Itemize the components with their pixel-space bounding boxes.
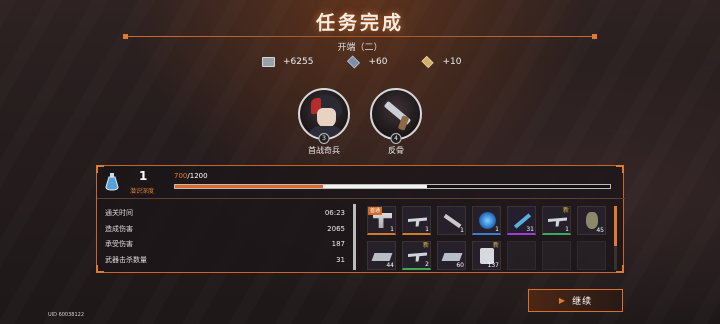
exp-current: 700 (174, 172, 188, 180)
item-slot[interactable]: 44 (367, 241, 396, 270)
continue-button[interactable]: ▶ 继续 (528, 289, 623, 312)
exp-readout: 700/1200 (174, 172, 208, 180)
item-slot[interactable]: 1 (402, 206, 431, 235)
reward-bar: +6255 +60 +10 (262, 55, 495, 69)
item-slot[interactable]: 新 137 (472, 241, 501, 270)
plate-icon (441, 253, 463, 261)
stat-value: 31 (336, 255, 345, 264)
scrollbar-thumb[interactable] (614, 206, 617, 246)
reward-cash: +6255 (262, 57, 313, 67)
weapon-level-badge: 4 (390, 133, 402, 144)
rifle-icon (408, 217, 427, 227)
potion-icon (105, 173, 119, 191)
reward-cube: +60 (347, 55, 388, 69)
item-slot[interactable]: 60 (437, 241, 466, 270)
pistol-icon (373, 213, 392, 228)
item-qty: 1 (390, 226, 394, 233)
empty-slot (507, 241, 536, 270)
weapon-name: 反骨 (388, 146, 404, 155)
stat-row: 通关时间 06:23 (105, 206, 345, 222)
reward-gem-value: +10 (442, 57, 462, 67)
exploration-level: 1 (139, 169, 148, 183)
arrow-right-icon: ▶ (558, 296, 567, 305)
first-clear-tag: 首通 (368, 207, 383, 215)
orb-icon (479, 212, 496, 229)
item-slot[interactable]: 1 (437, 206, 466, 235)
stat-label: 通关时间 (105, 209, 133, 217)
exp-previous-fill (175, 185, 323, 188)
character-card-2[interactable]: 4 反骨 (370, 88, 422, 156)
item-qty: 1 (460, 227, 464, 234)
reward-cube-value: +60 (368, 57, 388, 67)
stat-value: 06:23 (324, 209, 345, 217)
rifle-icon (408, 252, 427, 262)
results-panel: 1 潜识深度 700/1200 通关时间 06:23 造成伤害 2065 承受伤… (96, 165, 625, 273)
new-badge: 新 (562, 207, 569, 214)
reward-items-grid: 首通 1 1 1 1 31 新 1 45 44 新 2 60 新 137 (367, 206, 606, 270)
exp-progress-bar (174, 184, 611, 189)
item-slot[interactable]: 31 (507, 206, 536, 235)
continue-label: 继续 (572, 297, 593, 307)
stats-list: 通关时间 06:23 造成伤害 2065 承受伤害 187 武器击杀数量 31 (105, 206, 345, 268)
reward-cash-value: +6255 (283, 57, 314, 67)
item-slot[interactable]: 首通 1 (367, 206, 396, 235)
new-badge: 新 (422, 242, 429, 249)
panel-divider (97, 198, 625, 199)
item-qty: 60 (456, 262, 464, 269)
stat-label: 造成伤害 (105, 224, 133, 233)
stage-name: 开端（二） (337, 43, 383, 53)
item-qty: 1 (565, 226, 569, 233)
item-qty: 1 (425, 226, 429, 233)
stat-label: 武器击杀数量 (105, 255, 147, 264)
page-title: 任务完成 (315, 12, 404, 34)
smg-icon (548, 217, 567, 227)
reward-gem: +10 (421, 55, 462, 69)
item-qty: 31 (526, 226, 534, 233)
item-qty: 1 (495, 226, 499, 233)
stat-row: 承受伤害 187 (105, 237, 345, 253)
cash-icon (262, 57, 275, 67)
character-card-1[interactable]: 3 首战奇兵 (298, 88, 350, 156)
new-badge: 新 (492, 242, 499, 249)
character-name: 首战奇兵 (308, 146, 340, 155)
item-slot[interactable]: 1 (472, 206, 501, 235)
character-level-badge: 3 (318, 133, 330, 144)
stat-label: 承受伤害 (105, 240, 133, 248)
empty-slot (577, 241, 606, 270)
item-slot[interactable]: 新 1 (542, 206, 571, 235)
item-qty: 45 (596, 227, 604, 234)
item-qty: 44 (386, 262, 394, 269)
stat-value: 187 (331, 240, 345, 248)
weapon-frame-icon (443, 213, 462, 229)
section-divider (353, 204, 356, 270)
gem-icon (421, 55, 435, 69)
item-slot[interactable]: 45 (577, 206, 606, 235)
empty-slot (542, 241, 571, 270)
exp-max: 1200 (189, 172, 208, 180)
item-slot[interactable]: 新 2 (402, 241, 431, 270)
cube-icon (347, 55, 361, 69)
plate-icon (371, 253, 393, 261)
exploration-label: 潜识深度 (130, 188, 155, 195)
user-id: UID 60038122 (48, 312, 85, 318)
stat-row: 造成伤害 2065 (105, 222, 345, 238)
item-qty: 137 (487, 262, 499, 269)
item-qty: 2 (425, 261, 429, 268)
stat-value: 2065 (327, 224, 345, 233)
stat-row: 武器击杀数量 31 (105, 253, 345, 269)
title-divider (123, 34, 597, 39)
items-scrollbar[interactable] (614, 206, 617, 270)
